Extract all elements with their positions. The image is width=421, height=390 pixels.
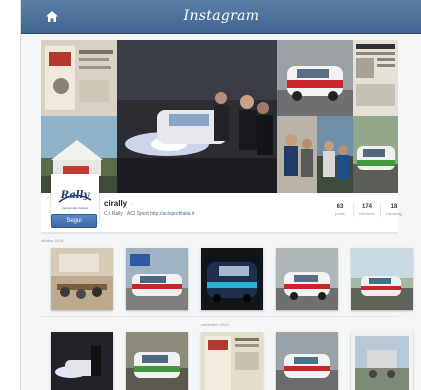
stat-followers-label: followers	[359, 211, 375, 216]
photo-thumbnail[interactable]	[126, 248, 188, 310]
cover-tile-magazine	[41, 40, 117, 116]
avatar-logo-subtext: Campionato Italiano	[61, 206, 89, 210]
profile-username: cirally ·	[104, 199, 134, 208]
photo-thumbnail[interactable]	[51, 332, 113, 390]
month-label-first: ottobre 2014	[41, 238, 64, 243]
username-badge: ·	[131, 199, 135, 208]
cover-tile-newspaper	[353, 40, 398, 116]
divider	[41, 316, 398, 317]
stat-posts[interactable]: 63 posts	[327, 203, 353, 217]
stat-posts-label: posts	[335, 211, 345, 216]
username-text: cirally	[104, 199, 128, 208]
photo-thumbnail[interactable]	[276, 248, 338, 310]
photo-thumbnail[interactable]	[126, 332, 188, 390]
follow-button[interactable]: Segui	[51, 214, 97, 228]
stat-followers[interactable]: 174 followers	[353, 203, 380, 217]
avatar-logo-text: Rally	[60, 190, 90, 201]
photo-thumbnail[interactable]	[51, 248, 113, 310]
cover-tile-night-car	[117, 40, 277, 193]
cover-tile-rally-car	[277, 40, 353, 116]
photo-thumbnail[interactable]	[351, 248, 413, 310]
photo-thumbnail[interactable]	[276, 332, 338, 390]
app-title: Instagram	[183, 8, 260, 24]
profile-bio: C.I.Rally · ACI Sport http://acisportita…	[104, 211, 194, 217]
stat-following-label: following	[386, 211, 402, 216]
bio-link[interactable]: http://acisportitalia.it	[150, 211, 194, 217]
photo-thumbnail[interactable]	[201, 332, 263, 390]
month-label-second: settembre 2014	[201, 322, 229, 327]
profile-stats: 63 posts 174 followers 18 following	[327, 203, 407, 217]
photo-thumbnail[interactable]	[351, 332, 413, 390]
stat-followers-value: 174	[361, 204, 372, 210]
stat-posts-value: 63	[336, 204, 344, 210]
cover-tile-podium	[317, 116, 353, 193]
photo-thumbnail[interactable]	[201, 248, 263, 310]
stat-following[interactable]: 18 following	[380, 203, 407, 217]
stat-following-value: 18	[390, 204, 398, 210]
bio-text: C.I.Rally · ACI Sport	[104, 211, 149, 217]
cover-tile-people	[277, 116, 317, 193]
cover-tile-skoda-car	[353, 116, 398, 193]
top-navigation: Instagram	[21, 0, 421, 34]
page: Instagram 63 posts 174 followers 18 foll…	[20, 0, 421, 390]
divider	[41, 233, 398, 234]
cover-mosaic	[41, 40, 398, 193]
